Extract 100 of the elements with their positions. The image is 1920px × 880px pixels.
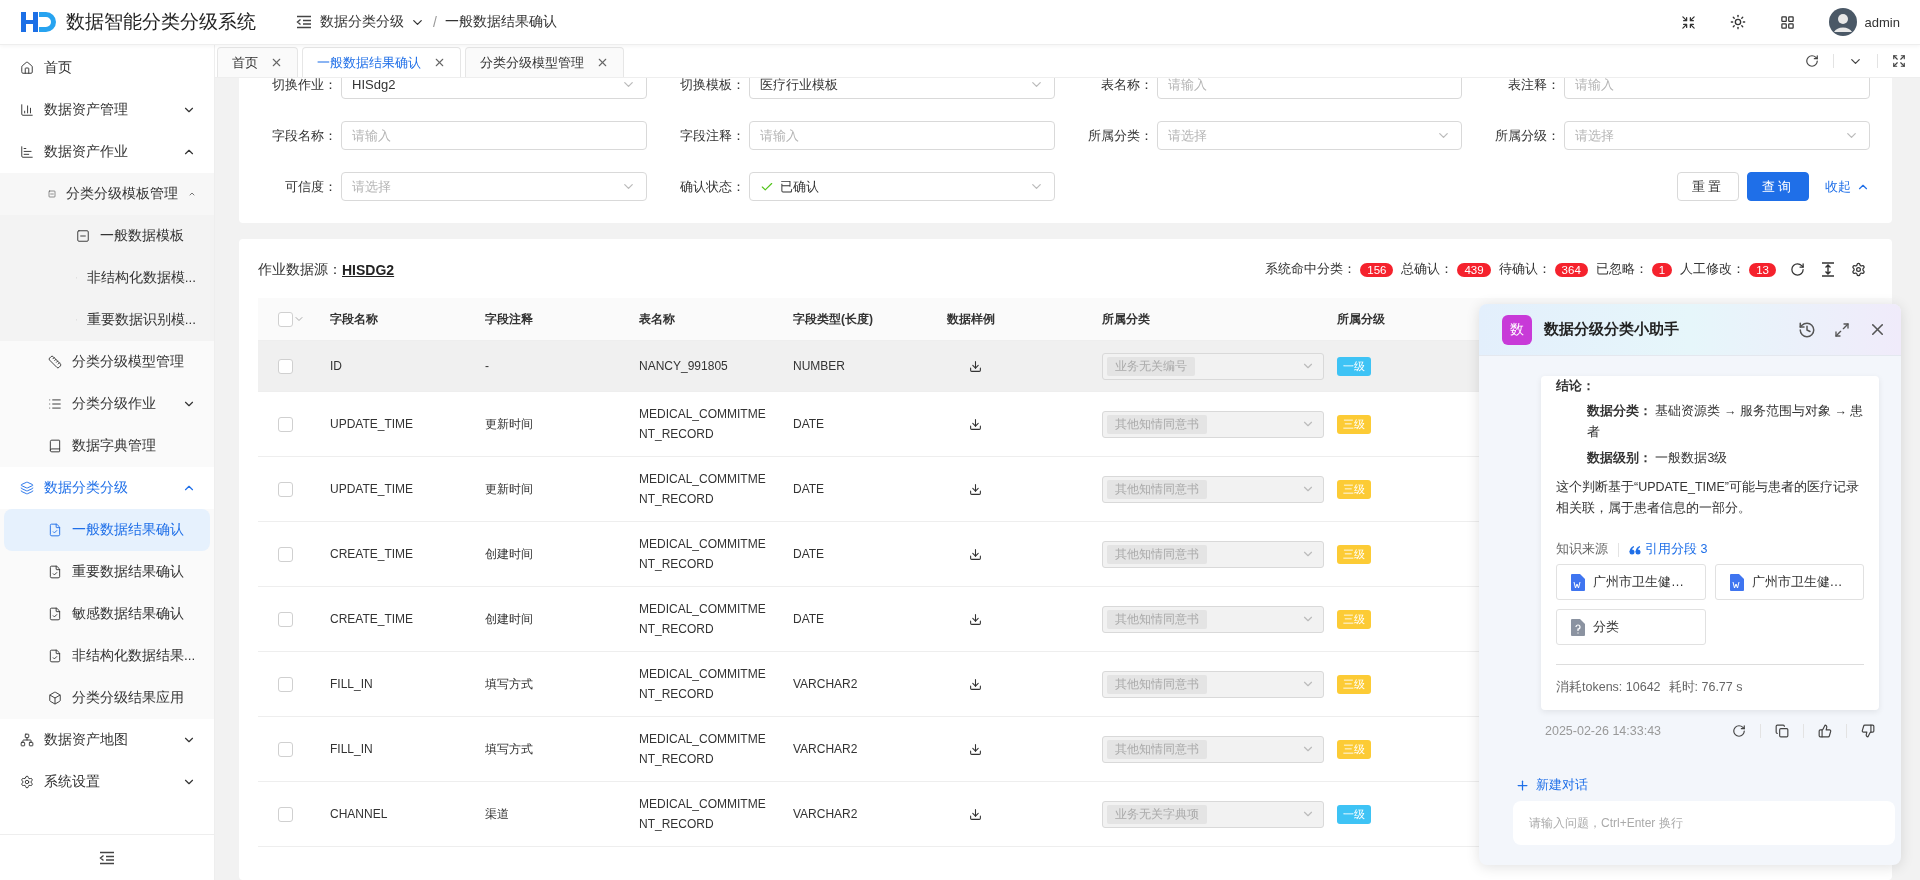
sidebar-item[interactable]: 重要数据识别模... xyxy=(0,299,214,341)
checkbox[interactable] xyxy=(278,806,293,822)
sidebar-item[interactable]: 分类分级作业 xyxy=(0,383,214,425)
answer-heading: 结论： xyxy=(1556,378,1596,395)
download-icon[interactable] xyxy=(969,482,982,496)
column-header: 字段注释 xyxy=(477,298,631,341)
field-label: 所属分类： xyxy=(1086,126,1153,145)
sidebar-item[interactable]: 敏感数据结果确认 xyxy=(0,593,214,635)
word-document-icon xyxy=(1729,573,1744,591)
checkbox[interactable] xyxy=(278,611,293,627)
table-cell: - xyxy=(477,341,631,392)
field-label: 字段注释： xyxy=(678,126,745,145)
sidebar-item[interactable]: 数据字典管理 xyxy=(0,425,214,467)
sidebar-item[interactable]: 数据资产地图 xyxy=(0,719,214,761)
source-document[interactable]: 广州市卫生健… xyxy=(1714,564,1864,600)
sidebar-item[interactable]: 非结构化数据模... xyxy=(0,257,214,299)
datasource-value[interactable]: HISDG2 xyxy=(342,261,395,278)
search-button[interactable]: 查询 xyxy=(1747,172,1809,201)
copy-icon[interactable] xyxy=(1775,724,1789,738)
sidebar-item[interactable]: 分类分级模型管理 xyxy=(0,341,214,383)
source-document[interactable]: 分类 xyxy=(1556,609,1706,645)
sidebar-item[interactable]: 系统设置 xyxy=(0,761,214,803)
home-icon xyxy=(20,61,34,75)
breadcrumb-separator: / xyxy=(433,14,437,30)
thumbs-up-icon[interactable] xyxy=(1818,724,1832,738)
assistant-title: 数据分级分类小助手 xyxy=(1544,320,1680,339)
field-label: 所属分级： xyxy=(1494,126,1561,145)
thumbs-down-icon[interactable] xyxy=(1861,724,1875,738)
breadcrumb-item[interactable]: 数据分类分级 xyxy=(320,13,425,31)
book-icon xyxy=(48,439,62,453)
page-tab[interactable]: 首页 xyxy=(217,47,298,77)
sidebar-item[interactable]: 分类分级结果应用 xyxy=(0,677,214,719)
stat-label: 已忽略： xyxy=(1595,261,1648,278)
sidebar-item[interactable]: 数据资产作业 xyxy=(0,131,214,173)
settings-icon xyxy=(20,775,34,789)
select-field[interactable]: 已确认 xyxy=(748,172,1055,201)
page-tab[interactable]: 一般数据结果确认 xyxy=(302,47,461,77)
new-chat-link[interactable]: 新建对话 xyxy=(1515,776,1879,794)
download-icon[interactable] xyxy=(969,612,982,626)
network-icon xyxy=(20,733,34,747)
select-field[interactable]: 医疗行业模板 xyxy=(748,78,1055,99)
regenerate-icon[interactable] xyxy=(1732,724,1746,738)
checkbox[interactable] xyxy=(278,741,293,757)
checkbox[interactable] xyxy=(278,311,293,327)
collapse-link[interactable]: 收起 xyxy=(1825,177,1870,196)
download-icon[interactable] xyxy=(969,807,982,821)
question-input[interactable]: 请输入问题，Ctrl+Enter 换行 xyxy=(1513,801,1895,845)
citation-link[interactable]: 引用分段 3 xyxy=(1629,541,1708,558)
download-icon[interactable] xyxy=(969,359,982,373)
checkbox[interactable] xyxy=(278,546,293,562)
fullscreen-icon[interactable] xyxy=(1892,54,1906,68)
sidebar-item[interactable]: 一般数据模板 xyxy=(0,215,214,257)
word-document-icon xyxy=(1571,573,1585,591)
download-icon[interactable] xyxy=(969,677,982,691)
sidebar-item[interactable]: 数据分类分级 xyxy=(0,467,214,509)
menu-fold-icon[interactable] xyxy=(296,15,312,29)
select-field[interactable]: HISdg2 xyxy=(341,78,647,99)
expand-icon[interactable] xyxy=(1834,321,1850,338)
column-height-icon[interactable] xyxy=(1821,262,1835,277)
sidebar-item[interactable]: 一般数据结果确认 xyxy=(4,509,210,551)
document-check-icon xyxy=(48,649,62,663)
close-icon[interactable] xyxy=(596,56,609,69)
close-icon[interactable] xyxy=(433,56,446,69)
grid-icon[interactable] xyxy=(1779,14,1795,30)
grade-tag: 三级 xyxy=(1337,674,1371,694)
reset-button[interactable]: 重置 xyxy=(1677,172,1739,201)
source-document[interactable]: 广州市卫生健… xyxy=(1556,564,1706,600)
close-icon[interactable] xyxy=(270,56,283,69)
checkbox[interactable] xyxy=(278,416,293,432)
column-header: 所属分级 xyxy=(1329,298,1476,341)
checkbox[interactable] xyxy=(278,358,293,374)
count-badge: 13 xyxy=(1749,262,1776,277)
fullscreen-icon[interactable] xyxy=(1680,14,1696,30)
download-icon[interactable] xyxy=(969,742,982,756)
user-avatar[interactable] xyxy=(1828,8,1857,36)
breadcrumb-item[interactable]: 一般数据结果确认 xyxy=(444,13,557,31)
checkbox[interactable] xyxy=(278,481,293,497)
stat-label: 待确认： xyxy=(1498,261,1551,278)
grade-tag: 一级 xyxy=(1337,804,1371,824)
stat-label: 人工修改： xyxy=(1680,261,1746,278)
checkbox[interactable] xyxy=(278,676,293,692)
sun-icon[interactable] xyxy=(1729,14,1746,30)
download-icon[interactable] xyxy=(969,417,982,431)
quote-icon xyxy=(1629,544,1641,555)
assistant-avatar: 数 xyxy=(1502,314,1532,345)
sidebar-item[interactable]: 首页 xyxy=(0,47,214,89)
field-label: 切换作业： xyxy=(271,78,337,94)
refresh-icon[interactable] xyxy=(1805,54,1819,68)
refresh-icon[interactable] xyxy=(1790,262,1805,277)
history-icon[interactable] xyxy=(1798,320,1816,339)
sources-label: 知识来源 xyxy=(1556,541,1608,558)
sidebar-item[interactable]: 重要数据结果确认 xyxy=(0,551,214,593)
page-tab[interactable]: 分类分级模型管理 xyxy=(465,47,624,77)
sidebar-item[interactable]: 非结构化数据结果... xyxy=(0,635,214,677)
sidebar-item[interactable]: 数据资产管理 xyxy=(0,89,214,131)
collapse-sidebar-icon[interactable] xyxy=(99,850,115,865)
settings-icon[interactable] xyxy=(1851,262,1866,277)
user-name[interactable]: admin xyxy=(1864,14,1900,30)
logo-icon xyxy=(18,10,56,34)
download-icon[interactable] xyxy=(969,547,982,561)
